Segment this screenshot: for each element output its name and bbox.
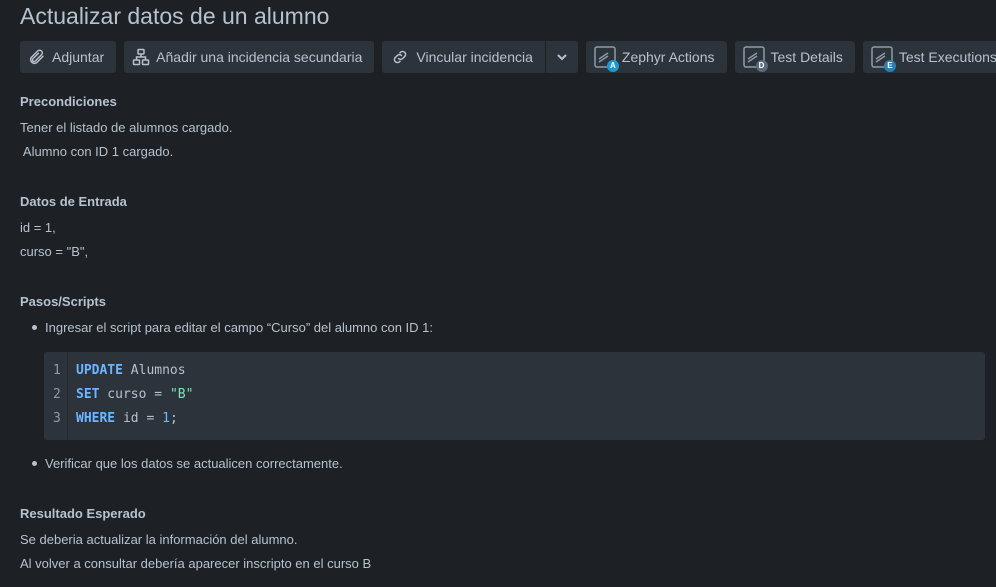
test-executions-icon: E (871, 46, 896, 72)
step-text: Verificar que los datos se actualicen co… (45, 456, 343, 471)
sql-text: curso = (99, 387, 170, 402)
bullet-dot (32, 461, 37, 467)
test-details-icon: D (742, 46, 768, 72)
test-details-badge: D (755, 60, 768, 72)
link-issue-label: Vincular incidencia (416, 49, 533, 65)
preconditions-heading: Precondiciones (20, 94, 117, 109)
attach-button[interactable]: Adjuntar (20, 41, 117, 73)
zephyr-actions-label: Zephyr Actions (621, 49, 715, 65)
list-item: Verificar que los datos se actualicen co… (32, 456, 343, 471)
line-number: 1 (53, 363, 61, 378)
line-number-gutter: 1 2 3 (44, 352, 68, 440)
expected-result-heading: Resultado Esperado (20, 506, 146, 521)
zephyr-actions-icon: A (594, 46, 619, 72)
issue-toolbar: Adjuntar Añadir una incidencia secundari… (20, 41, 996, 73)
line-number: 2 (53, 387, 61, 402)
add-subtask-button[interactable]: Añadir una incidencia secundaria (124, 41, 375, 73)
test-executions-label: Test Executions (898, 49, 996, 65)
attach-label: Adjuntar (52, 49, 105, 65)
sql-keyword: SET (76, 387, 100, 402)
sql-text: id = (115, 411, 163, 426)
expected-result-line: Se deberia actualizar la información del… (20, 532, 298, 547)
code-line: SET curso = "B" (76, 383, 193, 407)
sql-text: ; (169, 411, 178, 426)
test-executions-badge: E (883, 60, 896, 72)
link-issue-button[interactable]: Vincular incidencia (382, 41, 545, 73)
code-line: UPDATE Alumnos (76, 359, 186, 383)
sql-text: Alumnos (122, 363, 186, 378)
sql-keyword: UPDATE (76, 363, 123, 378)
add-subtask-label: Añadir una incidencia secundaria (156, 49, 363, 65)
code-line: WHERE id = 1; (76, 407, 178, 431)
link-issue-split-button: Vincular incidencia (382, 41, 578, 73)
input-data-line: id = 1, (20, 220, 56, 235)
sql-string: "B" (169, 387, 194, 402)
test-details-button[interactable]: D Test Details (734, 41, 855, 73)
test-details-label: Test Details (770, 49, 843, 65)
preconditions-line: Alumno con ID 1 cargado. (20, 144, 174, 159)
paperclip-icon (28, 48, 46, 66)
link-issue-dropdown-button[interactable] (545, 41, 578, 73)
issue-view: Actualizar datos de un alumno Adjuntar A… (0, 0, 996, 587)
link-icon (390, 48, 410, 66)
step-text: Ingresar el script para editar el campo … (45, 320, 434, 335)
page-title: Actualizar datos de un alumno (20, 3, 330, 29)
hierarchy-icon (132, 48, 150, 66)
sql-keyword: WHERE (76, 411, 116, 426)
test-executions-button[interactable]: E Test Executions (862, 41, 996, 73)
list-item: Ingresar el script para editar el campo … (32, 320, 433, 335)
line-number: 3 (53, 411, 61, 426)
code-block[interactable]: 1 2 3 UPDATE Alumnos SET curso = "B" WHE… (44, 352, 985, 440)
steps-heading: Pasos/Scripts (20, 294, 106, 309)
chevron-down-icon (556, 51, 568, 63)
bullet-dot (32, 325, 37, 331)
sql-number: 1 (162, 411, 170, 426)
input-data-heading: Datos de Entrada (20, 194, 127, 209)
zephyr-actions-badge: A (606, 60, 619, 72)
preconditions-line: Tener el listado de alumnos cargado. (20, 120, 233, 135)
expected-result-line: Al volver a consultar debería aparecer i… (20, 556, 372, 571)
input-data-line: curso = "B", (20, 244, 89, 259)
zephyr-actions-button[interactable]: A Zephyr Actions (585, 41, 727, 73)
